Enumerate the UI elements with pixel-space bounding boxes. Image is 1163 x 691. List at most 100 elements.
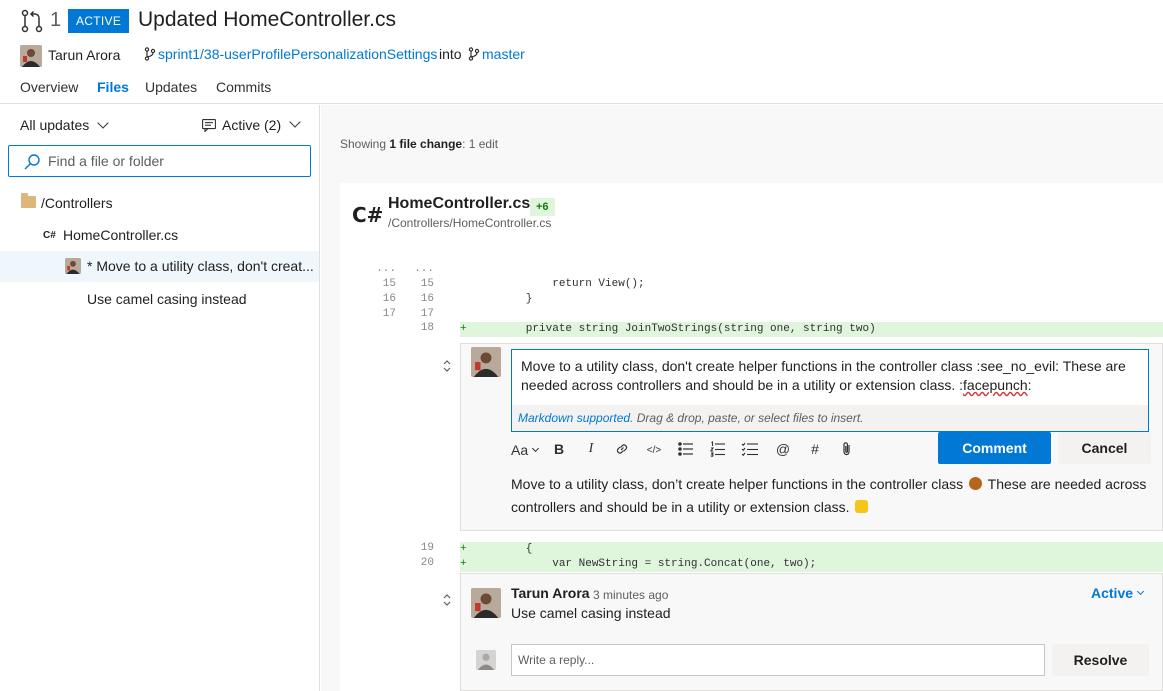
line-ellipsis-left[interactable]: ... — [374, 263, 396, 275]
tree-folder-controllers[interactable]: /Controllers — [41, 195, 113, 211]
thread-status-label: Active — [1091, 585, 1134, 601]
tab-files[interactable]: Files — [97, 79, 129, 95]
code-line: var NewString = string.Concat(one, two); — [473, 558, 817, 570]
author-name[interactable]: Tarun Arora — [48, 47, 120, 63]
search-input[interactable]: Find a file or folder — [8, 145, 311, 177]
resolve-button[interactable]: Resolve — [1052, 644, 1149, 676]
attach-icon[interactable] — [838, 441, 856, 459]
code-line: private string JoinTwoStrings(string one… — [473, 323, 876, 335]
thread-status-dropdown[interactable]: Active — [1091, 585, 1145, 601]
comment-draft-text: Move to a utility class, don't create he… — [521, 357, 1133, 395]
pr-header: 1 ACTIVE Updated HomeController.cs Tarun… — [0, 0, 1163, 104]
line-ellipsis-right[interactable]: ... — [412, 263, 434, 275]
code-icon[interactable]: </> — [645, 445, 663, 463]
preview-text: Move to a utility class, don’t create he… — [511, 476, 964, 492]
code-line: return View(); — [473, 278, 645, 290]
branch-icon — [144, 47, 156, 61]
summary-suffix: : 1 edit — [462, 137, 499, 151]
checklist-icon[interactable] — [741, 441, 759, 459]
facepunch-emoji-icon — [855, 500, 869, 513]
line-number: 15 — [420, 278, 434, 290]
chevron-down-icon — [97, 117, 109, 129]
chevron-down-icon — [532, 444, 540, 452]
chevron-down-icon — [1136, 587, 1145, 595]
draft-text-end: : — [1027, 377, 1032, 393]
italic-icon[interactable]: I — [582, 441, 600, 459]
see-no-evil-emoji-icon — [969, 477, 982, 490]
line-number: 20 — [420, 557, 434, 569]
format-dropdown[interactable]: Aa — [511, 441, 541, 459]
file-name[interactable]: HomeController.cs — [388, 195, 530, 213]
chevron-down-icon — [289, 116, 301, 128]
into-label: into — [439, 46, 462, 62]
line-number: 19 — [420, 542, 434, 554]
collapse-icon[interactable] — [442, 359, 452, 373]
branch-icon — [468, 47, 480, 61]
collapse-icon[interactable] — [442, 593, 452, 607]
tab-updates[interactable]: Updates — [145, 79, 197, 95]
added-marker: + — [460, 543, 467, 555]
summary-count: 1 file change — [389, 137, 463, 151]
reply-input[interactable]: Write a reply... — [511, 644, 1045, 676]
bullet-list-icon[interactable] — [677, 441, 695, 459]
markdown-link[interactable]: Markdown supported. — [518, 411, 633, 425]
file-tree-panel: All updates Active (2) Find a file or fo… — [0, 105, 320, 691]
comments-filter-label: Active (2) — [222, 117, 282, 133]
file-diff-card: C# HomeController.cs +6 /Controllers/Hom… — [340, 183, 1163, 691]
change-count-badge: +6 — [530, 198, 555, 216]
added-code-line: + private string JoinTwoStrings(string o… — [460, 322, 1163, 337]
line-number: 17 — [420, 308, 434, 320]
cancel-button[interactable]: Cancel — [1058, 432, 1151, 464]
tree-thread-item-selected[interactable]: * Move to a utility class, don't creat..… — [0, 251, 319, 282]
updates-filter-dropdown[interactable]: All updates — [20, 117, 109, 133]
mention-icon[interactable]: @ — [774, 441, 792, 459]
comment-timestamp: 3 minutes ago — [593, 588, 669, 602]
updates-filter-label: All updates — [20, 117, 90, 133]
folder-icon — [21, 193, 36, 208]
avatar — [20, 45, 42, 67]
avatar — [476, 650, 496, 670]
line-number: 16 — [420, 293, 434, 305]
diff-panel: Showing 1 file change: 1 edit C# HomeCon… — [321, 105, 1163, 691]
comment-icon — [202, 118, 216, 133]
avatar — [471, 588, 501, 618]
draft-text: Move to a utility class, don't create he… — [521, 358, 1126, 393]
csharp-file-icon: C# — [352, 203, 384, 227]
hint-text: Drag & drop, paste, or select files to i… — [633, 411, 864, 425]
pull-request-icon — [20, 9, 44, 33]
line-number: 15 — [382, 278, 396, 290]
editor-hint: Markdown supported. Drag & drop, paste, … — [518, 411, 864, 425]
comment-thread: Tarun Arora 3 minutes ago Active Use cam… — [460, 573, 1163, 691]
search-icon — [23, 153, 41, 171]
numbered-list-icon[interactable] — [709, 441, 727, 459]
editor-footer: Markdown supported. Drag & drop, paste, … — [512, 405, 1148, 431]
code-line: } — [473, 293, 533, 305]
comment-editor-thread: Move to a utility class, don't create he… — [460, 343, 1163, 531]
tab-overview[interactable]: Overview — [20, 79, 78, 95]
work-item-icon[interactable]: # — [806, 441, 824, 459]
draft-text-misspelled: facepunch — [963, 377, 1028, 393]
tree-thread-item[interactable]: Use camel casing instead — [87, 291, 247, 307]
link-icon[interactable] — [613, 441, 631, 459]
code-line: { — [473, 543, 533, 555]
comment-textarea[interactable]: Move to a utility class, don't create he… — [511, 349, 1149, 432]
page-title: Updated HomeController.cs — [138, 8, 396, 31]
comment-preview: Move to a utility class, don’t create he… — [511, 473, 1151, 519]
reply-placeholder: Write a reply... — [518, 653, 595, 667]
comment-author[interactable]: Tarun Arora — [511, 585, 590, 601]
tree-file-homecontroller[interactable]: HomeController.cs — [63, 227, 178, 243]
bold-icon[interactable]: B — [550, 441, 568, 459]
line-number: 17 — [382, 308, 396, 320]
tree-thread-label: * Move to a utility class, don't creat..… — [87, 258, 314, 274]
target-branch-link[interactable]: master — [482, 46, 525, 62]
added-code-line: + var NewString = string.Concat(one, two… — [460, 557, 1163, 572]
comments-filter-dropdown[interactable]: Active (2) — [202, 116, 301, 133]
format-label: Aa — [511, 442, 529, 458]
comment-button[interactable]: Comment — [938, 432, 1051, 464]
source-branch-link[interactable]: sprint1/38-userProfilePersonalizationSet… — [158, 46, 437, 62]
status-badge: ACTIVE — [68, 9, 130, 33]
tab-commits[interactable]: Commits — [216, 79, 271, 95]
change-summary: Showing 1 file change: 1 edit — [340, 137, 498, 151]
csharp-file-icon: C# — [43, 230, 56, 241]
avatar — [65, 258, 81, 274]
